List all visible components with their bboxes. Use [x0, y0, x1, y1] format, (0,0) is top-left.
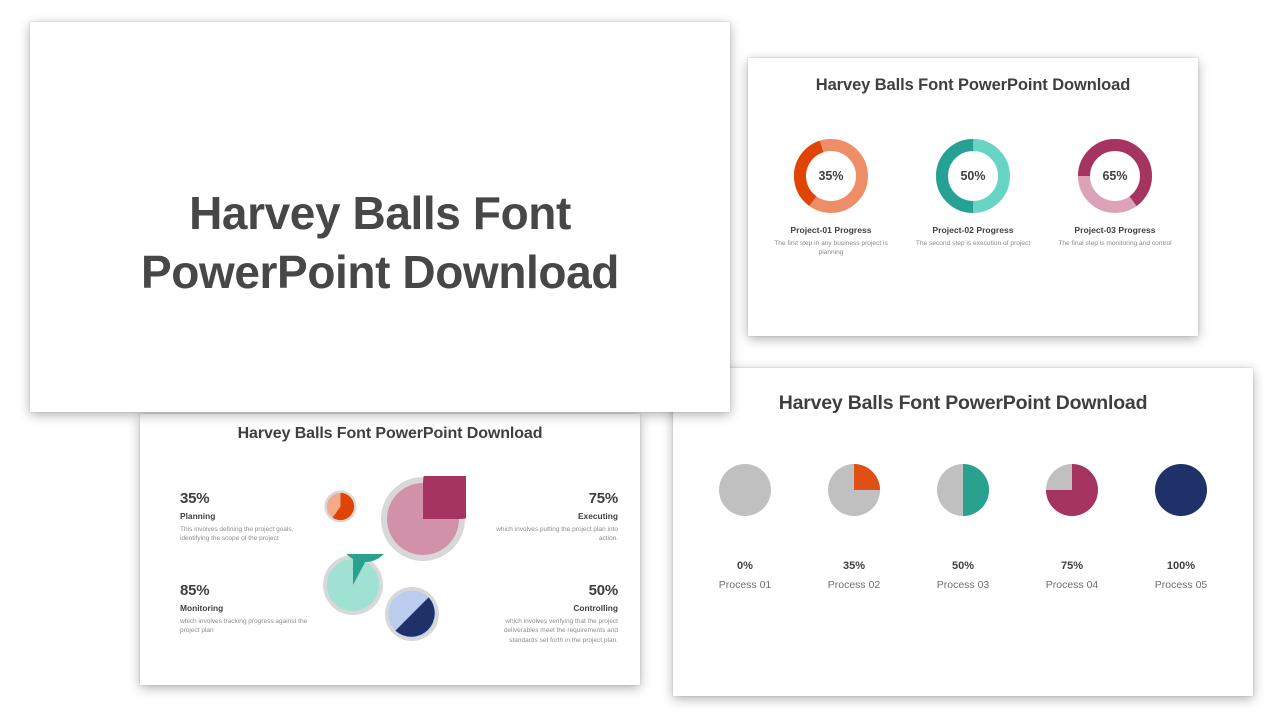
slide-harvey-balls[interactable]: Harvey Balls Font PowerPoint Download 0%…	[673, 368, 1253, 696]
phase-pie-controlling[interactable]	[384, 586, 440, 642]
phase-percent: 75%	[588, 490, 619, 507]
phase-percent: 50%	[588, 582, 619, 599]
phase-text-controlling: 50% Controlling which involves verifying…	[486, 582, 618, 645]
harvey-ball-percent: 50%	[951, 560, 975, 572]
harvey-ball-percent: 35%	[842, 560, 866, 572]
harvey-ball-label: Process 04	[1045, 579, 1099, 591]
donut-item-project-02[interactable]: 50% Project-02 Progress The second step …	[909, 138, 1037, 248]
phase-description: which involves tracking progress against…	[180, 618, 308, 635]
pie-chart-85-icon	[323, 554, 384, 615]
phase-label: Executing	[577, 511, 618, 521]
pie-chart-75-icon	[381, 476, 466, 561]
harvey-ball-label: Process 05	[1154, 579, 1208, 591]
donut-item-project-01[interactable]: 35% Project-01 Progress The first step i…	[767, 138, 895, 258]
slide-heading-pies: Harvey Balls Font PowerPoint Download	[237, 425, 543, 442]
harvey-ball-percent: 100%	[1166, 560, 1196, 572]
phase-label: Planning	[180, 511, 216, 521]
phase-text-executing: 75% Executing which involves putting the…	[486, 490, 618, 544]
donut-title: Project-01 Progress	[790, 225, 872, 235]
title-line-2: PowerPoint Download	[141, 245, 619, 298]
donut-value: 50%	[960, 169, 986, 183]
slide-project-donuts[interactable]: Harvey Balls Font PowerPoint Download 35…	[748, 58, 1198, 336]
donut-value: 35%	[818, 169, 844, 183]
donut-item-project-03[interactable]: 65% Project-03 Progress The final step i…	[1051, 138, 1179, 248]
harvey-ball-item[interactable]: 75% Process 04	[1024, 464, 1120, 591]
title-line-1: Harvey Balls Font	[189, 187, 571, 239]
donut-description: The second step is execution of project	[915, 240, 1031, 247]
title-heading: Harvey Balls Font PowerPoint Download	[30, 184, 730, 302]
harvey-ball-label: Process 03	[936, 579, 990, 591]
donut-chart-65: 65%	[1077, 138, 1153, 214]
harvey-ball-50-icon	[937, 464, 989, 516]
harvey-ball-percent: 75%	[1060, 560, 1084, 572]
donut-title: Project-03 Progress	[1074, 225, 1156, 235]
harvey-ball-row: 0% Process 01 35% Process 02 50% Process…	[697, 464, 1229, 591]
harvey-ball-item[interactable]: 35% Process 02	[806, 464, 902, 591]
harvey-ball-75-icon	[1046, 464, 1098, 516]
phase-percent: 85%	[180, 582, 210, 599]
phase-percent: 35%	[180, 490, 210, 507]
phase-pie-executing[interactable]	[380, 476, 466, 562]
donut-chart-50: 50%	[935, 138, 1011, 214]
donut-description: The final step is monitoring and control	[1058, 240, 1172, 247]
phase-description: which involves putting the project plan …	[496, 526, 618, 543]
phase-label: Monitoring	[180, 603, 224, 613]
slide-heading-donuts: Harvey Balls Font PowerPoint Download	[815, 76, 1131, 94]
harvey-ball-percent: 0%	[737, 560, 753, 572]
phase-pie-cluster	[322, 476, 482, 656]
pie-chart-50-icon	[385, 587, 439, 641]
slide-heading-balls: Harvey Balls Font PowerPoint Download	[778, 392, 1148, 414]
phase-pie-planning[interactable]	[324, 490, 357, 523]
phase-text-monitoring: 85% Monitoring which involves tracking p…	[180, 582, 312, 636]
harvey-ball-100-icon	[1155, 464, 1207, 516]
donut-description: The first step in any business project i…	[774, 240, 888, 257]
phase-text-planning: 35% Planning This involves defining the …	[180, 490, 312, 544]
harvey-ball-0-icon	[719, 464, 771, 516]
donut-title: Project-02 Progress	[932, 225, 1014, 235]
harvey-ball-label: Process 02	[827, 579, 881, 591]
harvey-ball-label: Process 01	[718, 579, 772, 591]
phase-description: which involves verifying that the projec…	[503, 618, 618, 644]
pie-chart-35-icon	[324, 490, 357, 523]
slide-project-phases[interactable]: Harvey Balls Font PowerPoint Download 35…	[140, 414, 640, 685]
harvey-ball-item[interactable]: 50% Process 03	[915, 464, 1011, 591]
phase-pie-monitoring[interactable]	[322, 554, 384, 616]
phase-description: This involves defining the project goals…	[180, 526, 294, 543]
phase-label: Controlling	[573, 603, 618, 613]
donut-row: 35% Project-01 Progress The first step i…	[760, 138, 1186, 258]
harvey-ball-item[interactable]: 100% Process 05	[1133, 464, 1229, 591]
slide-canvas: Harvey Balls Font PowerPoint Download 0%…	[0, 0, 1280, 720]
donut-value: 65%	[1102, 169, 1128, 183]
harvey-ball-item[interactable]: 0% Process 01	[697, 464, 793, 591]
harvey-ball-35-icon	[828, 464, 880, 516]
donut-chart-35: 35%	[793, 138, 869, 214]
slide-title[interactable]: Harvey Balls Font PowerPoint Download	[30, 22, 730, 412]
